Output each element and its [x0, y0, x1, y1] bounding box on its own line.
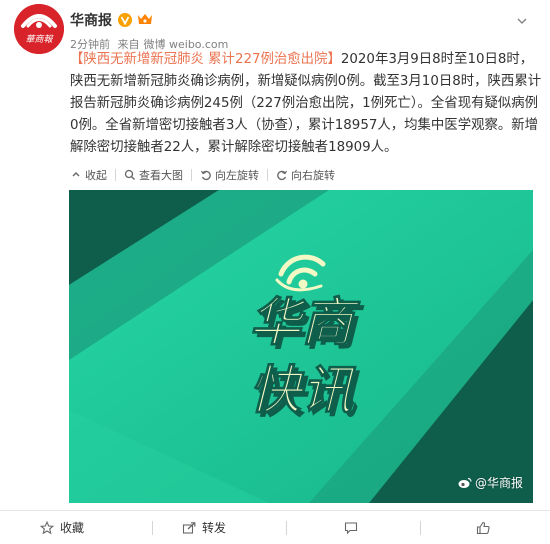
- action-divider: [152, 521, 153, 535]
- forward-label: 转发: [202, 521, 227, 535]
- image-watermark: @华商报: [458, 474, 523, 491]
- account-name[interactable]: 华商报: [70, 10, 112, 30]
- post-body: 2020年3月9日8时至10日8时，陕西无新增新冠肺炎确诊病例，新增疑似病例0例…: [70, 52, 542, 155]
- rotate-right-button[interactable]: 向右旋转: [276, 167, 335, 183]
- favorite-button[interactable]: 收藏: [40, 511, 84, 544]
- favorite-label: 收藏: [60, 521, 85, 535]
- post-topic[interactable]: 【陕西无新增新冠肺炎 累计227例治愈出院】: [70, 52, 341, 67]
- post-image[interactable]: 华商 快讯 华商 快讯 @华商报: [69, 190, 533, 503]
- rotate-left-label: 向左旋转: [215, 169, 259, 182]
- star-icon: [40, 520, 54, 534]
- collapse-label: 收起: [85, 169, 107, 182]
- avatar-lettering: 華商報: [25, 34, 53, 45]
- weibo-logo-icon: [458, 477, 472, 488]
- view-large-label: 查看大图: [139, 169, 183, 182]
- rotate-right-label: 向右旋转: [291, 169, 335, 182]
- weibo-member-icon[interactable]: [136, 12, 154, 29]
- account-header: 华商报: [70, 10, 154, 30]
- collapse-icon: [72, 172, 80, 177]
- toolbar-divider: [115, 169, 116, 181]
- rotate-left-button[interactable]: 向左旋转: [200, 167, 259, 183]
- forward-button[interactable]: 转发: [182, 511, 226, 544]
- image-toolbar: 收起 查看大图 向左旋转 向右旋转: [70, 165, 335, 185]
- collapse-button[interactable]: 收起: [70, 167, 107, 183]
- verified-v-icon: [118, 13, 132, 27]
- watermark-text: @华商报: [474, 476, 523, 490]
- toolbar-divider: [191, 169, 192, 181]
- comment-icon: [344, 521, 358, 534]
- image-headline: 华商 快讯: [248, 293, 361, 422]
- action-divider: [286, 521, 287, 535]
- forward-icon: [182, 521, 196, 534]
- like-button[interactable]: [476, 511, 496, 544]
- comment-button[interactable]: [344, 511, 364, 544]
- post-text: 【陕西无新增新冠肺炎 累计227例治愈出院】2020年3月9日8时至10日8时，…: [70, 49, 545, 159]
- toolbar-divider: [267, 169, 268, 181]
- action-divider: [420, 521, 421, 535]
- magnify-icon: [124, 169, 135, 180]
- action-bar: 收藏 转发: [0, 511, 550, 544]
- headline-line2: 快讯: [249, 361, 357, 421]
- view-large-button[interactable]: 查看大图: [124, 167, 183, 183]
- chevron-down-icon[interactable]: [516, 12, 528, 25]
- thumbs-up-icon: [476, 521, 490, 534]
- avatar[interactable]: 華商報: [14, 4, 64, 54]
- rotate-left-icon: [200, 170, 211, 181]
- headline-line1: 华商: [249, 293, 361, 353]
- rotate-right-icon: [277, 170, 288, 181]
